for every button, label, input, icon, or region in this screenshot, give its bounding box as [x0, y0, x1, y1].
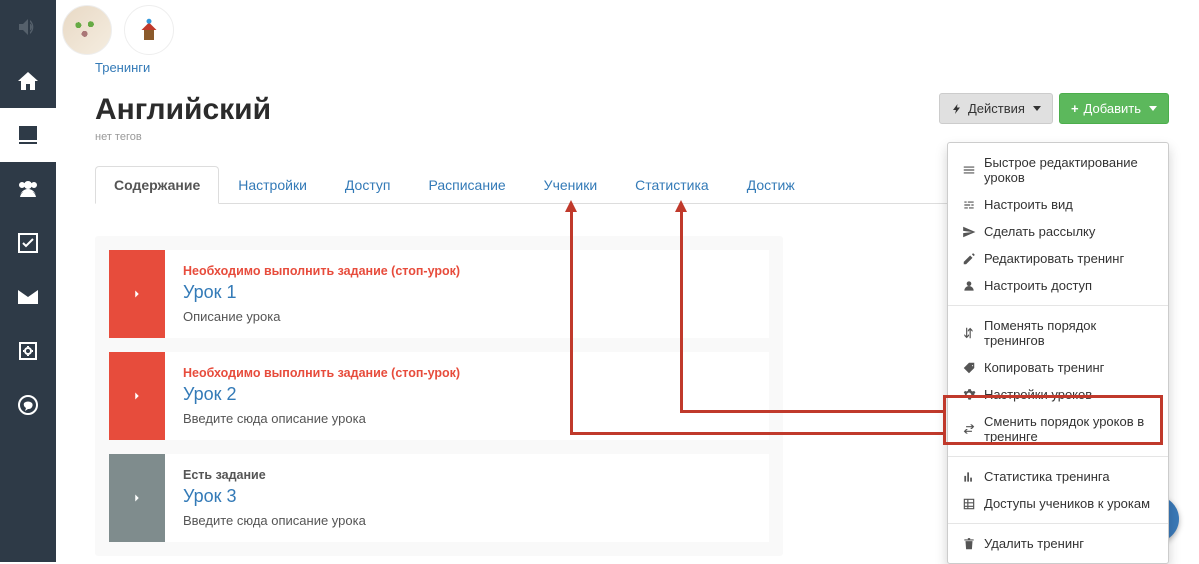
- lesson-card: Есть задание Урок 3 Введите сюда описани…: [109, 454, 769, 542]
- sidebar-item-safe[interactable]: [0, 324, 56, 378]
- lesson-expand[interactable]: [109, 250, 165, 338]
- menu-view-settings[interactable]: Настроить вид: [948, 191, 1168, 218]
- add-button[interactable]: + Добавить: [1059, 93, 1169, 124]
- annotation-line: [570, 432, 943, 435]
- trash-icon: [962, 537, 976, 551]
- tab-content[interactable]: Содержание: [95, 166, 219, 204]
- chevron-right-icon: [130, 287, 144, 301]
- plus-icon: +: [1071, 101, 1079, 116]
- menu-access[interactable]: Настроить доступ: [948, 272, 1168, 299]
- actions-dropdown: Быстрое редактирование уроков Настроить …: [947, 142, 1169, 564]
- bar-chart-icon: [962, 470, 976, 484]
- menu-reorder-trainings[interactable]: Поменять порядок тренингов: [948, 312, 1168, 354]
- list-icon: [962, 163, 976, 177]
- lesson-expand[interactable]: [109, 352, 165, 440]
- caret-icon: [1149, 106, 1157, 111]
- menu-label: Настроить доступ: [984, 278, 1092, 293]
- sidebar-item-chat[interactable]: [0, 378, 56, 432]
- sidebar-item-mail[interactable]: [0, 270, 56, 324]
- swap-icon: [962, 422, 976, 436]
- lesson-card: Необходимо выполнить задание (стоп-урок)…: [109, 250, 769, 338]
- chevron-right-icon: [130, 389, 144, 403]
- menu-copy[interactable]: Копировать тренинг: [948, 354, 1168, 381]
- menu-delete[interactable]: Удалить тренинг: [948, 530, 1168, 557]
- menu-label: Удалить тренинг: [984, 536, 1084, 551]
- sidebar: [0, 0, 56, 562]
- add-label: Добавить: [1084, 101, 1141, 116]
- sidebar-item-sound[interactable]: [0, 0, 56, 54]
- actions-label: Действия: [968, 101, 1025, 116]
- menu-reorder-lessons[interactable]: Сменить порядок уроков в тренинге: [948, 408, 1168, 450]
- annotation-line: [570, 210, 573, 435]
- menu-label: Быстрое редактирование уроков: [984, 155, 1154, 185]
- menu-label: Настройки уроков: [984, 387, 1092, 402]
- caret-icon: [1033, 106, 1041, 111]
- menu-send[interactable]: Сделать рассылку: [948, 218, 1168, 245]
- menu-quick-edit[interactable]: Быстрое редактирование уроков: [948, 149, 1168, 191]
- tab-access[interactable]: Доступ: [326, 166, 410, 204]
- tab-schedule[interactable]: Расписание: [409, 166, 524, 204]
- actions-button[interactable]: Действия: [939, 93, 1053, 124]
- page-title: Английский: [95, 93, 271, 127]
- avatar-user[interactable]: [62, 5, 112, 55]
- lesson-tag: Есть задание: [183, 468, 366, 482]
- menu-label: Сменить порядок уроков в тренинге: [984, 414, 1154, 444]
- avatar-project[interactable]: [124, 5, 174, 55]
- table-icon: [962, 497, 976, 511]
- menu-separator: [948, 305, 1168, 306]
- lesson-tag: Необходимо выполнить задание (стоп-урок): [183, 366, 460, 380]
- menu-student-access[interactable]: Доступы учеников к урокам: [948, 490, 1168, 517]
- sidebar-item-users[interactable]: [0, 162, 56, 216]
- page-subtitle: нет тегов: [95, 131, 271, 143]
- gear-icon: [962, 388, 976, 402]
- menu-separator: [948, 456, 1168, 457]
- sidebar-item-trainings[interactable]: [0, 108, 56, 162]
- menu-label: Сделать рассылку: [984, 224, 1095, 239]
- menu-label: Редактировать тренинг: [984, 251, 1124, 266]
- sidebar-item-home[interactable]: [0, 54, 56, 108]
- annotation-line: [680, 410, 943, 413]
- menu-label: Статистика тренинга: [984, 469, 1110, 484]
- lesson-desc: Описание урока: [183, 309, 460, 324]
- lesson-desc: Введите сюда описание урока: [183, 513, 366, 528]
- sliders-icon: [962, 198, 976, 212]
- lesson-desc: Введите сюда описание урока: [183, 411, 460, 426]
- menu-stats[interactable]: Статистика тренинга: [948, 463, 1168, 490]
- tab-students[interactable]: Ученики: [525, 166, 616, 204]
- chevron-right-icon: [130, 491, 144, 505]
- menu-edit-training[interactable]: Редактировать тренинг: [948, 245, 1168, 272]
- lesson-title[interactable]: Урок 3: [183, 486, 366, 507]
- menu-label: Доступы учеников к урокам: [984, 496, 1150, 511]
- menu-separator: [948, 523, 1168, 524]
- tab-achievements[interactable]: Достиж: [728, 166, 814, 204]
- edit-icon: [962, 252, 976, 266]
- menu-label: Копировать тренинг: [984, 360, 1104, 375]
- breadcrumb[interactable]: Тренинги: [95, 60, 1169, 75]
- send-icon: [962, 225, 976, 239]
- bolt-icon: [951, 103, 963, 115]
- user-icon: [962, 279, 976, 293]
- sidebar-item-tasks[interactable]: [0, 216, 56, 270]
- lesson-tag: Необходимо выполнить задание (стоп-урок): [183, 264, 460, 278]
- avatar-row: [56, 0, 174, 60]
- lesson-card: Необходимо выполнить задание (стоп-урок)…: [109, 352, 769, 440]
- tag-icon: [962, 361, 976, 375]
- tab-settings[interactable]: Настройки: [219, 166, 326, 204]
- annotation-arrow: [565, 200, 577, 212]
- menu-lesson-settings[interactable]: Настройки уроков: [948, 381, 1168, 408]
- sort-icon: [962, 326, 976, 340]
- lesson-expand[interactable]: [109, 454, 165, 542]
- menu-label: Настроить вид: [984, 197, 1073, 212]
- lesson-title[interactable]: Урок 2: [183, 384, 460, 405]
- annotation-line: [680, 210, 683, 413]
- lesson-title[interactable]: Урок 1: [183, 282, 460, 303]
- tab-stats[interactable]: Статистика: [616, 166, 728, 204]
- menu-label: Поменять порядок тренингов: [984, 318, 1154, 348]
- annotation-arrow: [675, 200, 687, 212]
